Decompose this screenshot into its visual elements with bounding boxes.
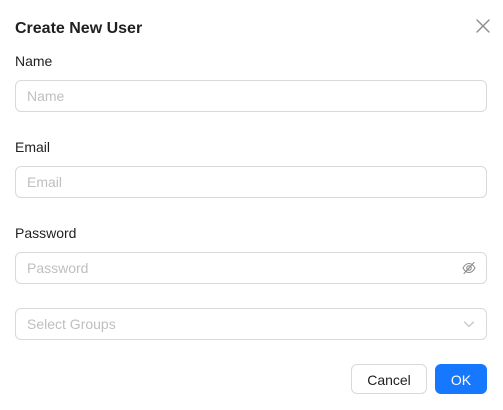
name-input-wrapper [15, 80, 487, 112]
groups-select-placeholder: Select Groups [27, 316, 116, 332]
close-button[interactable] [472, 15, 494, 37]
password-input-wrapper [15, 252, 487, 284]
close-icon [476, 19, 490, 33]
name-label: Name [15, 53, 53, 69]
cancel-button[interactable]: Cancel [351, 364, 427, 394]
email-input-wrapper [15, 166, 487, 198]
password-visibility-toggle[interactable] [462, 261, 476, 275]
name-input[interactable] [16, 81, 458, 111]
password-input[interactable] [16, 253, 458, 283]
dialog-title: Create New User [15, 20, 143, 37]
groups-select-arrow [462, 317, 476, 331]
chevron-down-icon [463, 321, 475, 328]
ok-button[interactable]: OK [435, 364, 487, 394]
email-label: Email [15, 139, 51, 155]
groups-select[interactable]: Select Groups [15, 308, 487, 340]
create-user-dialog: Create New User Name Email Password Sele… [0, 0, 503, 410]
password-label: Password [15, 225, 77, 241]
eye-invisible-icon [462, 261, 476, 275]
email-input[interactable] [16, 167, 458, 197]
